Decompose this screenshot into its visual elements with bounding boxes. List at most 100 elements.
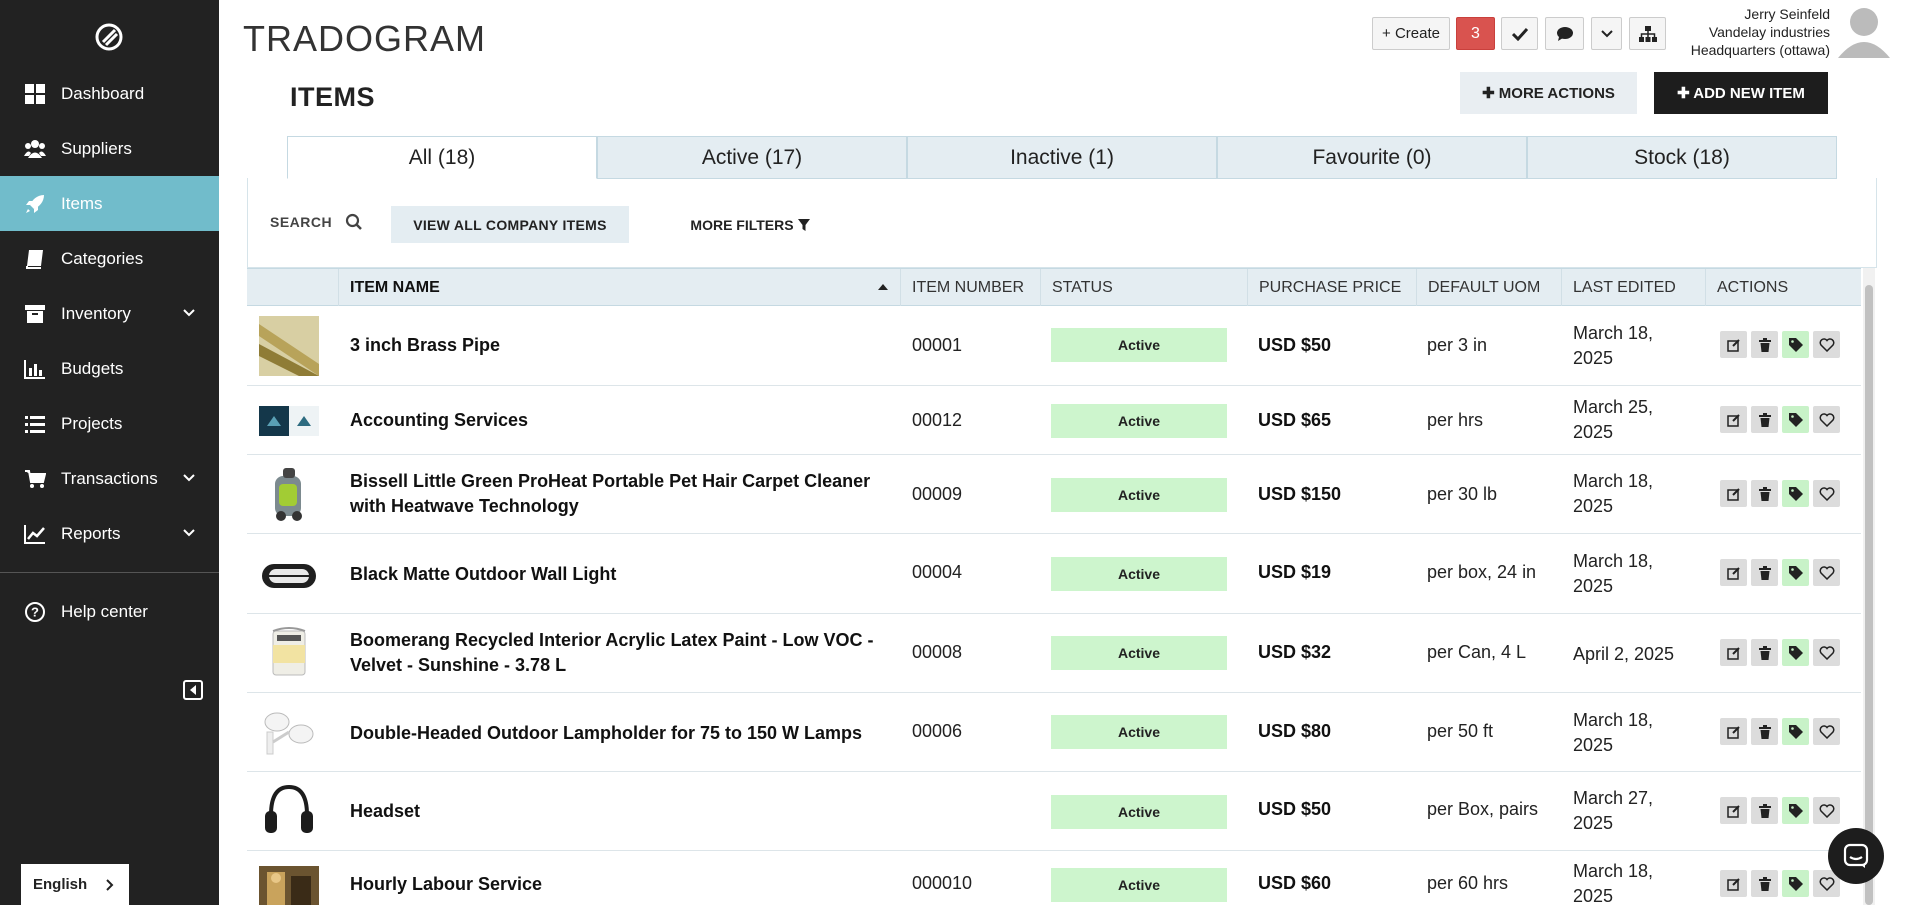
item-name[interactable]: Black Matte Outdoor Wall Light xyxy=(350,562,890,587)
sidebar-item-dashboard[interactable]: Dashboard xyxy=(0,66,219,121)
item-name[interactable]: Hourly Labour Service xyxy=(350,872,890,897)
delete-button[interactable] xyxy=(1751,797,1778,824)
tag-button[interactable] xyxy=(1782,870,1809,897)
table-row[interactable]: Boomerang Recycled Interior Acrylic Late… xyxy=(247,614,1861,693)
item-name[interactable]: Headset xyxy=(350,799,890,824)
tab-stock[interactable]: Stock (18) xyxy=(1527,136,1837,179)
sidebar-item-help-center[interactable]: ? Help center xyxy=(0,584,219,639)
tab-all[interactable]: All (18) xyxy=(287,136,597,179)
item-number: 00008 xyxy=(912,642,963,662)
tag-button[interactable] xyxy=(1782,797,1809,824)
edit-button[interactable] xyxy=(1720,639,1747,666)
table-row[interactable]: Bissell Little Green ProHeat Portable Pe… xyxy=(247,455,1861,534)
trash-icon xyxy=(1758,803,1771,818)
delete-button[interactable] xyxy=(1751,559,1778,586)
delete-button[interactable] xyxy=(1751,718,1778,745)
column-header-default-uom[interactable]: DEFAULT UOM xyxy=(1416,269,1561,306)
edit-button[interactable] xyxy=(1720,559,1747,586)
table-row[interactable]: Black Matte Outdoor Wall Light 00004 Act… xyxy=(247,534,1861,614)
table-row[interactable]: Double-Headed Outdoor Lampholder for 75 … xyxy=(247,693,1861,772)
delete-button[interactable] xyxy=(1751,480,1778,507)
delete-button[interactable] xyxy=(1751,639,1778,666)
favourite-button[interactable] xyxy=(1813,331,1840,358)
item-name[interactable]: Bissell Little Green ProHeat Portable Pe… xyxy=(350,469,890,519)
column-header-status[interactable]: STATUS xyxy=(1040,269,1247,306)
tag-button[interactable] xyxy=(1782,559,1809,586)
table-row[interactable]: 3 inch Brass Pipe 00001 Active USD $50 p… xyxy=(247,306,1861,386)
user-info[interactable]: Jerry Seinfeld Vandelay industries Headq… xyxy=(1691,5,1830,59)
sidebar-item-budgets[interactable]: Budgets xyxy=(0,341,219,396)
create-button[interactable]: + Create xyxy=(1372,17,1450,50)
edit-button[interactable] xyxy=(1720,480,1747,507)
tab-active[interactable]: Active (17) xyxy=(597,136,907,179)
favourite-button[interactable] xyxy=(1813,559,1840,586)
tag-button[interactable] xyxy=(1782,406,1809,433)
tradogram-logo-icon[interactable] xyxy=(94,22,124,52)
notifications-button[interactable]: 3 xyxy=(1456,17,1495,50)
item-name[interactable]: Accounting Services xyxy=(350,408,890,433)
item-thumbnail[interactable] xyxy=(259,781,319,841)
edit-button[interactable] xyxy=(1720,870,1747,897)
sidebar-item-projects[interactable]: Projects xyxy=(0,396,219,451)
purchase-price: USD $150 xyxy=(1258,484,1342,504)
item-thumbnail[interactable] xyxy=(259,316,319,376)
column-header-purchase-price[interactable]: PURCHASE PRICE xyxy=(1247,269,1416,306)
item-name[interactable]: Double-Headed Outdoor Lampholder for 75 … xyxy=(350,721,890,746)
avatar[interactable] xyxy=(1835,2,1893,58)
table-row[interactable]: Headset Active USD $50 per Box, pairs Ma… xyxy=(247,772,1861,851)
collapse-sidebar-icon[interactable] xyxy=(183,680,203,700)
favourite-button[interactable] xyxy=(1813,406,1840,433)
favourite-button[interactable] xyxy=(1813,718,1840,745)
tag-button[interactable] xyxy=(1782,331,1809,358)
edit-button[interactable] xyxy=(1720,331,1747,358)
delete-button[interactable] xyxy=(1751,870,1778,897)
table-row[interactable]: Accounting Services 00012 Active USD $65… xyxy=(247,386,1861,455)
more-dropdown-button[interactable] xyxy=(1591,17,1622,50)
more-actions-button[interactable]: ✚ MORE ACTIONS xyxy=(1460,72,1637,114)
item-thumbnail[interactable] xyxy=(259,464,319,524)
default-uom: per 3 in xyxy=(1427,335,1488,355)
sidebar-item-inventory[interactable]: Inventory xyxy=(0,286,219,341)
sidebar-item-transactions[interactable]: Transactions xyxy=(0,451,219,506)
messages-button[interactable] xyxy=(1545,17,1584,50)
sidebar-item-items[interactable]: Items xyxy=(0,176,219,231)
tradogram-brand-logo[interactable]: TRADOGRAM xyxy=(243,18,483,56)
more-filters-button[interactable]: MORE FILTERS xyxy=(680,206,820,243)
tag-button[interactable] xyxy=(1782,639,1809,666)
scrollbar-thumb[interactable] xyxy=(1865,285,1873,905)
item-thumbnail[interactable] xyxy=(259,866,319,905)
item-thumbnail[interactable] xyxy=(259,702,319,762)
favourite-button[interactable] xyxy=(1813,639,1840,666)
tab-favourite[interactable]: Favourite (0) xyxy=(1217,136,1527,179)
tag-button[interactable] xyxy=(1782,480,1809,507)
search-icon[interactable] xyxy=(345,213,363,231)
sidebar-item-suppliers[interactable]: Suppliers xyxy=(0,121,219,176)
add-new-item-button[interactable]: ✚ ADD NEW ITEM xyxy=(1654,72,1828,114)
delete-button[interactable] xyxy=(1751,331,1778,358)
column-header-item-name[interactable]: ITEM NAME xyxy=(338,269,900,306)
tag-button[interactable] xyxy=(1782,718,1809,745)
tasks-button[interactable] xyxy=(1501,17,1538,50)
search-label[interactable]: SEARCH xyxy=(270,214,332,230)
view-all-company-items-button[interactable]: VIEW ALL COMPANY ITEMS xyxy=(391,206,629,243)
favourite-button[interactable] xyxy=(1813,480,1840,507)
org-chart-button[interactable] xyxy=(1629,17,1666,50)
chat-launcher-button[interactable] xyxy=(1828,828,1884,884)
edit-button[interactable] xyxy=(1720,406,1747,433)
item-thumbnail[interactable] xyxy=(259,406,319,436)
sidebar-item-categories[interactable]: Categories xyxy=(0,231,219,286)
item-name[interactable]: 3 inch Brass Pipe xyxy=(350,333,890,358)
item-name[interactable]: Boomerang Recycled Interior Acrylic Late… xyxy=(350,628,890,678)
favourite-button[interactable] xyxy=(1813,797,1840,824)
column-header-item-number[interactable]: ITEM NUMBER xyxy=(900,269,1040,306)
delete-button[interactable] xyxy=(1751,406,1778,433)
tab-inactive[interactable]: Inactive (1) xyxy=(907,136,1217,179)
item-thumbnail[interactable] xyxy=(259,544,319,604)
column-header-last-edited[interactable]: LAST EDITED xyxy=(1561,269,1705,306)
edit-button[interactable] xyxy=(1720,797,1747,824)
edit-button[interactable] xyxy=(1720,718,1747,745)
table-row[interactable]: Hourly Labour Service 000010 Active USD … xyxy=(247,851,1861,905)
item-thumbnail[interactable] xyxy=(259,623,319,683)
sidebar-item-reports[interactable]: Reports xyxy=(0,506,219,561)
language-selector[interactable]: English xyxy=(21,864,129,905)
